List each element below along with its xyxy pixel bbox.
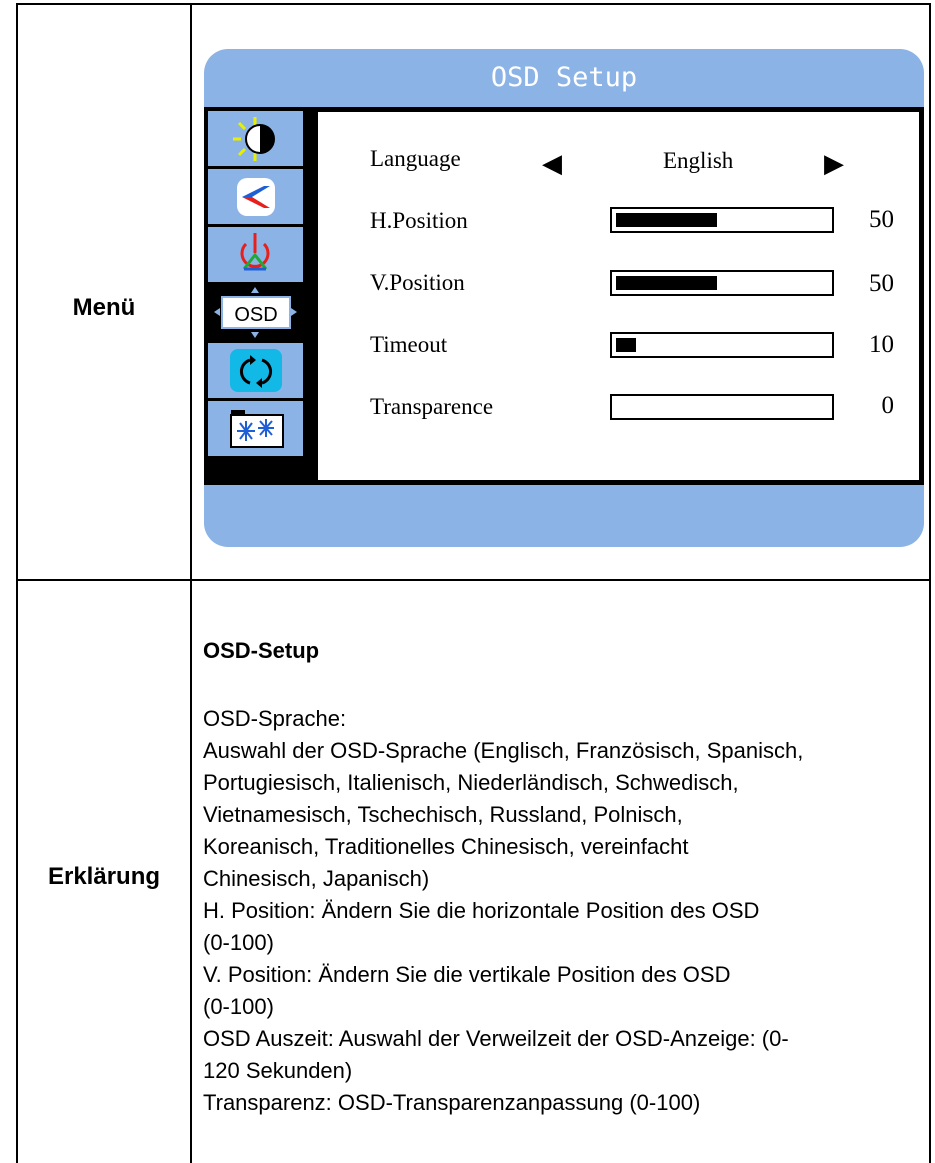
osd-settings-panel: Language ◀ English ▶ H.Position 50 V.Pos…: [318, 112, 919, 480]
timeout-label: Timeout: [370, 332, 448, 357]
table-column-divider: [190, 3, 192, 1163]
table-row-divider: [16, 579, 931, 581]
sidebar-item-brightness[interactable]: [208, 111, 303, 166]
osd-screen: OSD Setup OSD Language ◀ English ▶ H.Pos…: [204, 49, 924, 547]
h-position-value: 50: [869, 206, 894, 233]
transparence-value: 0: [881, 392, 895, 419]
brightness-contrast-icon: [233, 117, 275, 161]
v-position-fill: [616, 276, 717, 290]
osd-body: OSD Language ◀ English ▶ H.Position 50 V…: [204, 107, 924, 485]
image-position-icon: [237, 178, 275, 216]
table-border-left: [16, 3, 18, 1163]
row-label-menu: Menü: [72, 294, 136, 321]
timeout-fill: [616, 338, 636, 352]
timeout-slider[interactable]: [610, 332, 834, 358]
language-left-arrow[interactable]: ◀: [542, 150, 562, 176]
sidebar-item-reset[interactable]: [208, 343, 303, 398]
osd-sidebar: OSD: [204, 107, 312, 485]
language-right-arrow[interactable]: ▶: [824, 150, 844, 176]
transparence-label: Transparence: [370, 394, 494, 419]
explanation-text: OSD-Setup OSD-Sprache: Auswahl der OSD-S…: [203, 635, 923, 1119]
osd-title: OSD Setup: [490, 62, 638, 93]
osd-icon: OSD: [214, 287, 297, 338]
v-position-label: V.Position: [370, 270, 465, 295]
h-position-slider[interactable]: [610, 207, 834, 233]
explanation-line: Portugiesisch, Italienisch, Niederländis…: [203, 770, 739, 795]
sidebar-item-image[interactable]: [208, 169, 303, 224]
sidebar-item-osd[interactable]: OSD: [208, 285, 303, 340]
reset-icon: [230, 349, 282, 392]
sidebar-item-misc[interactable]: [208, 401, 303, 456]
v-position-slider[interactable]: [610, 270, 834, 296]
explanation-line: Chinesisch, Japanisch): [203, 866, 430, 891]
timeout-value: 10: [869, 331, 894, 358]
osd-icon-label: OSD: [234, 304, 277, 326]
table-border-right: [929, 3, 931, 1163]
h-position-label: H.Position: [370, 208, 468, 233]
language-value[interactable]: English: [663, 148, 733, 174]
explanation-line: (0-100): [203, 994, 274, 1019]
explanation-line: Koreanisch, Traditionelles Chinesisch, v…: [203, 834, 689, 859]
explanation-line: H. Position: Ändern Sie die horizontale …: [203, 898, 760, 923]
language-label: Language: [370, 146, 461, 171]
explanation-line: 120 Sekunden): [203, 1058, 353, 1083]
misc-setting-icon: [230, 410, 284, 448]
explanation-line: Vietnamesisch, Tschechisch, Russland, Po…: [203, 802, 683, 827]
h-position-fill: [616, 213, 717, 227]
explanation-line: Auswahl der OSD-Sprache (Englisch, Franz…: [203, 738, 804, 763]
row-label-explanation: Erklärung: [47, 863, 161, 890]
explanation-line: OSD-Sprache:: [203, 706, 347, 731]
explanation-line: Transparenz: OSD-Transparenzanpassung (0…: [203, 1090, 701, 1115]
color-icon: [240, 233, 270, 271]
explanation-line: (0-100): [203, 930, 274, 955]
v-position-value: 50: [869, 270, 894, 297]
sidebar-item-color[interactable]: [208, 227, 303, 282]
explanation-line: V. Position: Ändern Sie die vertikale Po…: [203, 962, 731, 987]
table-border-top: [16, 3, 931, 5]
explanation-heading: OSD-Setup: [203, 638, 320, 663]
transparence-slider[interactable]: [610, 394, 834, 420]
explanation-line: OSD Auszeit: Auswahl der Verweilzeit der…: [203, 1026, 789, 1051]
